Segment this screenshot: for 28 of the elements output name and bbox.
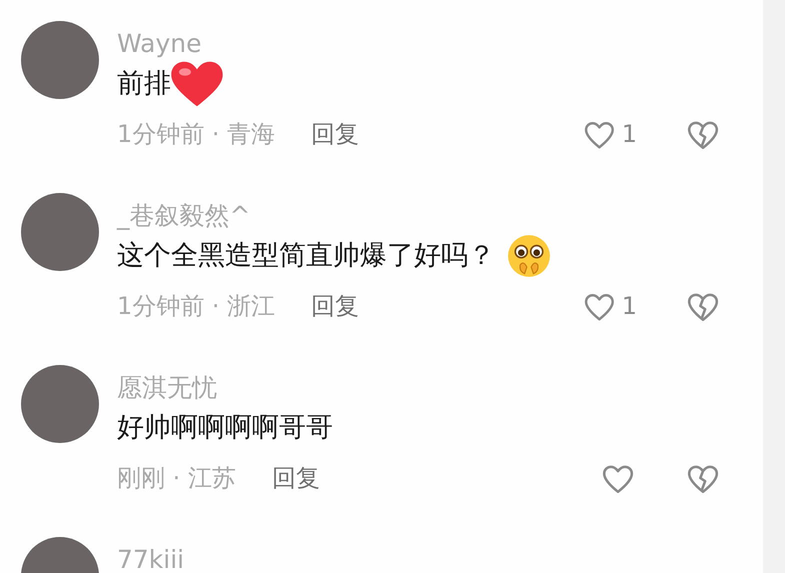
- broken-heart-icon: [686, 463, 720, 493]
- username[interactable]: 77kiii: [117, 547, 184, 572]
- time-location: 1分钟前 · 浙江: [117, 291, 276, 322]
- broken-heart-icon: [686, 291, 720, 321]
- heart-icon: [601, 463, 635, 493]
- comment-text: 这个全黑造型简直帅爆了好吗？: [117, 239, 495, 273]
- time-location: 1分钟前 · 青海: [117, 119, 276, 150]
- heart-icon: [583, 119, 616, 149]
- reply-button[interactable]: 回复: [272, 460, 320, 496]
- dislike-button[interactable]: [686, 291, 720, 321]
- reply-button[interactable]: 回复: [311, 116, 360, 152]
- comment-text: 好帅啊啊啊啊哥哥: [117, 411, 333, 445]
- broken-heart-icon: [686, 119, 720, 149]
- like-button[interactable]: 1: [583, 288, 637, 324]
- heart-icon: [583, 291, 616, 321]
- dislike-button[interactable]: [686, 119, 720, 149]
- dislike-button[interactable]: [686, 463, 720, 493]
- username[interactable]: _巷叙毅然^: [117, 203, 250, 228]
- like-count: 1: [622, 119, 637, 150]
- like-count: 1: [622, 291, 637, 322]
- comment-text: 前排: [117, 67, 171, 101]
- username[interactable]: Wayne: [117, 31, 202, 56]
- pleading-face-icon: [507, 234, 551, 278]
- username[interactable]: 愿淇无忧: [117, 375, 217, 400]
- reply-button[interactable]: 回复: [311, 288, 360, 324]
- like-button[interactable]: 1: [583, 116, 637, 152]
- heart-emoji-icon: [169, 60, 225, 108]
- time-location: 刚刚 · 江苏: [117, 463, 236, 494]
